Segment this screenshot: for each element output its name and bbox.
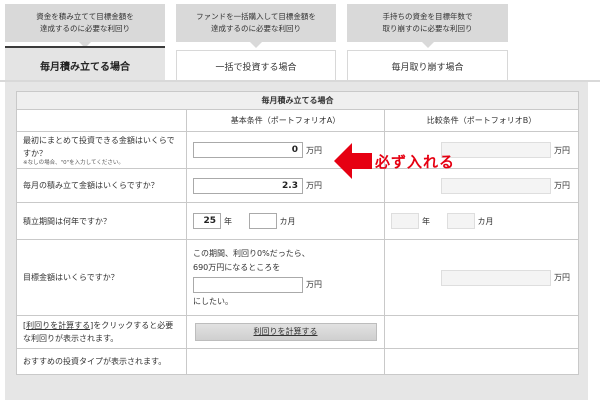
unit-label: 万円 <box>306 279 322 289</box>
question-period: 積立期間は何年ですか？ <box>16 202 187 240</box>
question-initial-text: 最初にまとめて投資できる金額はいくらですか？ <box>23 135 175 158</box>
target-hint-line2: 690万円になるところを <box>193 262 281 272</box>
target-hint-line1: この期間、利回り0%だったら、 <box>193 248 310 258</box>
initial-amount-input-a[interactable]: 0 <box>193 142 303 158</box>
calculator-panel: 毎月積み立てる場合 基本条件（ポートフォリオA） 比較条件（ポートフォリオB） … <box>5 82 588 400</box>
tab-description-line: ファンドを一括購入して目標金額を <box>196 12 316 21</box>
question-initial: 最初にまとめて投資できる金額はいくらですか？ ※なしの場合、"0"を入力してくだ… <box>16 131 187 169</box>
header-blank <box>16 109 187 132</box>
table-row: おすすめの投資タイプが表示されます。 <box>16 348 580 375</box>
question-initial-note: ※なしの場合、"0"を入力してください。 <box>23 159 124 166</box>
unit-label: 万円 <box>306 181 322 190</box>
recommend-text: おすすめの投資タイプが表示されます。 <box>16 348 187 375</box>
month-unit-label: カ月 <box>477 216 494 226</box>
target-amount-input-b[interactable] <box>441 269 552 286</box>
calc-link[interactable]: 利回りを計算する <box>26 321 90 330</box>
unit-label: 万円 <box>554 145 571 155</box>
tab-description-line: 資金を積み立てて目標金額を <box>36 12 134 21</box>
tab-description-monthly: 資金を積み立てて目標金額を 達成するのに必要な利回り <box>5 4 165 48</box>
calculator-table: 毎月積み立てる場合 基本条件（ポートフォリオA） 比較条件（ポートフォリオB） … <box>15 91 580 375</box>
unit-label: 万円 <box>306 145 322 155</box>
table-row: 毎月の積み立て金額はいくらですか？ 2.3 万円 万円 <box>16 168 580 203</box>
annotation-label: 必ず入れる <box>375 153 456 171</box>
question-monthly: 毎月の積み立て金額はいくらですか？ <box>16 168 187 203</box>
calc-instruction-text: をクリックすると必 <box>93 321 166 330</box>
cell-period-a: 25 年 カ月 <box>186 202 385 240</box>
target-suffix: にしたい。 <box>193 296 233 306</box>
period-months-input-b[interactable] <box>446 213 475 229</box>
column-header-a: 基本条件（ポートフォリオA） <box>186 109 385 132</box>
tab-description-line: 達成するのに必要な利回り <box>211 24 301 33</box>
table-row: 積立期間は何年ですか？ 25 年 カ月 年 カ月 <box>16 202 580 240</box>
table-row: 最初にまとめて投資できる金額はいくらですか？ ※なしの場合、"0"を入力してくだ… <box>16 131 580 169</box>
month-unit-label: カ月 <box>279 216 296 226</box>
tab-description-line: 手持ちの資金を目標年数で <box>382 12 473 21</box>
period-months-input-a[interactable] <box>248 213 277 229</box>
cell-period-b: 年 カ月 <box>383 202 580 240</box>
cell-recommend-a <box>186 348 385 375</box>
cell-recommend-b <box>383 348 580 375</box>
table-title: 毎月積み立てる場合 <box>15 91 580 110</box>
question-target: 目標金額はいくらですか？ <box>16 239 187 316</box>
tab-monthly-withdraw[interactable]: 毎月取り崩す場合 <box>347 50 508 82</box>
tab-description-line: 達成するのに必要な利回り <box>40 24 130 33</box>
cell-calc-a: 利回りを計算する <box>186 315 385 349</box>
cell-target-a: この期間、利回り0%だったら、 690万円になるところを 万円 にしたい。 <box>186 239 385 316</box>
table-row: 目標金額はいくらですか？ この期間、利回り0%だったら、 690万円になるところ… <box>16 239 580 316</box>
tab-description-line: 取り崩すのに必要な利回り <box>382 24 473 33</box>
tab-monthly-accumulation[interactable]: 毎月積み立てる場合 <box>5 46 165 82</box>
table-row: [利回りを計算する]をクリックすると必要な利回りが表示されます。 利回りを計算す… <box>16 315 580 349</box>
unit-label: 万円 <box>554 181 571 190</box>
year-unit-label: 年 <box>224 216 232 226</box>
tab-lump-sum[interactable]: 一括で投資する場合 <box>176 50 336 82</box>
period-years-input-b[interactable] <box>391 213 419 229</box>
unit-label: 万円 <box>554 273 571 282</box>
target-amount-input-a[interactable] <box>193 276 303 293</box>
tab-description-withdraw: 手持ちの資金を目標年数で 取り崩すのに必要な利回り <box>347 4 508 48</box>
monthly-amount-input-a[interactable]: 2.3 <box>193 177 303 194</box>
cell-calc-b <box>383 315 580 349</box>
calc-instruction: [利回りを計算する]をクリックすると必要な利回りが表示されます。 <box>16 315 187 349</box>
tab-description-lump-sum: ファンドを一括購入して目標金額を 達成するのに必要な利回り <box>176 4 336 48</box>
period-years-input-a[interactable]: 25 <box>193 213 221 229</box>
calculate-yield-button[interactable]: 利回りを計算する <box>194 323 377 341</box>
cell-target-b: 万円 <box>383 239 580 316</box>
year-unit-label: 年 <box>422 216 430 226</box>
column-header-b: 比較条件（ポートフォリオB） <box>383 109 580 132</box>
